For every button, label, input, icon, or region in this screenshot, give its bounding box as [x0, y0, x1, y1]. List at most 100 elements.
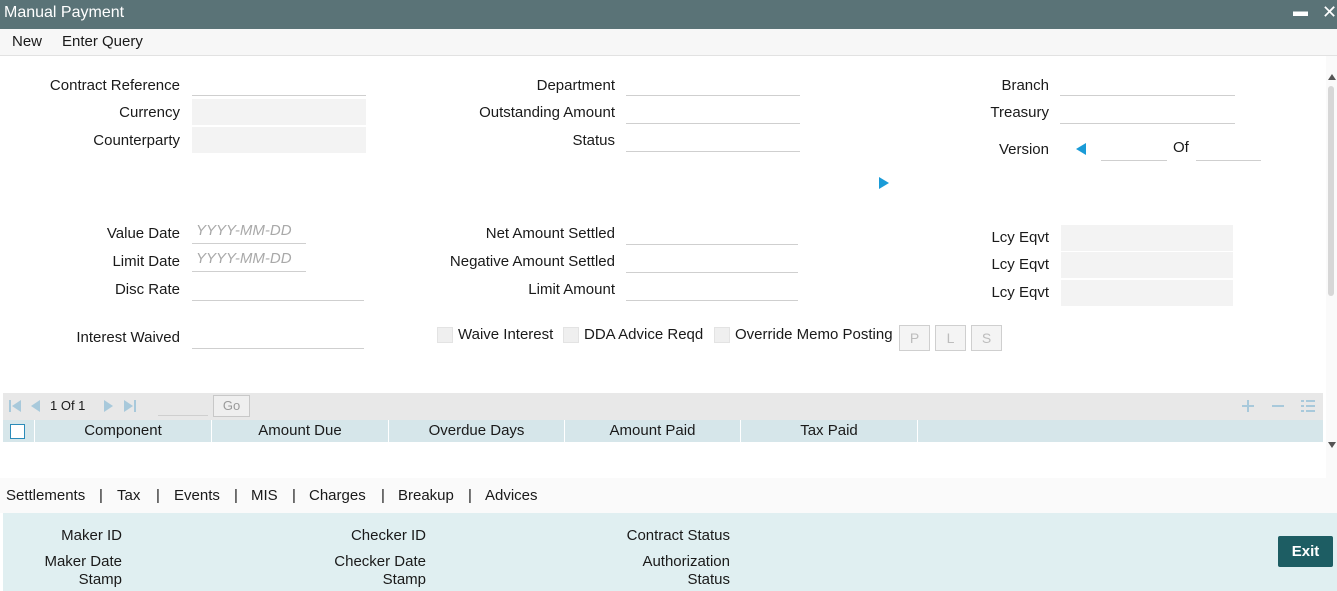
version-label: Version	[998, 141, 1049, 158]
l-button[interactable]: L	[935, 325, 966, 351]
tab-mis[interactable]: MIS	[251, 487, 278, 504]
net-amount-settled-label: Net Amount Settled	[485, 225, 615, 242]
select-all-checkbox[interactable]	[10, 424, 25, 439]
value-date-field[interactable]: YYYY-MM-DD	[192, 218, 306, 244]
dda-advice-reqd-checkbox[interactable]	[563, 327, 579, 343]
checker-id-label: Checker ID	[350, 527, 426, 544]
limit-date-field[interactable]: YYYY-MM-DD	[192, 246, 306, 272]
tab-separator: |	[292, 487, 296, 504]
p-button[interactable]: P	[899, 325, 930, 351]
menu-bar: New Enter Query	[0, 29, 1337, 56]
previous-version-icon[interactable]	[1076, 143, 1086, 155]
status-label: Status	[572, 132, 615, 149]
scroll-up-icon[interactable]	[1328, 74, 1336, 80]
window-title: Manual Payment	[4, 4, 125, 21]
tab-settlements[interactable]: Settlements	[6, 487, 85, 504]
subscreen-tabs: Settlements | Tax | Events | MIS | Charg…	[0, 478, 1337, 513]
value-date-label: Value Date	[106, 225, 180, 242]
lcy-eqvt-label-2: Lcy Eqvt	[991, 256, 1049, 273]
tab-charges[interactable]: Charges	[309, 487, 366, 504]
disc-rate-label: Disc Rate	[114, 281, 180, 298]
page-number-input[interactable]	[158, 396, 208, 416]
vertical-scrollbar[interactable]	[1326, 56, 1337, 478]
department-label: Department	[536, 77, 615, 94]
net-amount-settled-field[interactable]	[626, 219, 798, 245]
add-row-icon[interactable]	[1242, 400, 1254, 412]
column-header-tax-paid[interactable]: Tax Paid	[741, 420, 918, 442]
version-number-field[interactable]	[1101, 135, 1167, 161]
outstanding-amount-field[interactable]	[626, 98, 800, 124]
next-page-icon[interactable]	[104, 400, 114, 412]
of-label: Of	[1173, 139, 1189, 156]
grid-header: Component Amount Due Overdue Days Amount…	[3, 420, 1323, 442]
outstanding-amount-label: Outstanding Amount	[479, 104, 615, 121]
value-date-placeholder: YYYY-MM-DD	[196, 222, 292, 239]
lcy-eqvt-label-3: Lcy Eqvt	[991, 284, 1049, 301]
counterparty-label: Counterparty	[93, 132, 180, 149]
version-total-field[interactable]	[1196, 135, 1261, 161]
close-icon[interactable]: ✕	[1322, 2, 1337, 23]
column-header-overdue-days[interactable]: Overdue Days	[389, 420, 565, 442]
tab-separator: |	[234, 487, 238, 504]
next-version-icon[interactable]	[879, 177, 889, 189]
s-button[interactable]: S	[971, 325, 1002, 351]
limit-amount-label: Limit Amount	[528, 281, 615, 298]
tab-separator: |	[156, 487, 160, 504]
tab-advices[interactable]: Advices	[485, 487, 538, 504]
column-header-component[interactable]: Component	[35, 420, 212, 442]
contract-reference-field[interactable]	[192, 70, 366, 96]
waive-interest-checkbox[interactable]	[437, 327, 453, 343]
column-header-amount-due[interactable]: Amount Due	[212, 420, 389, 442]
contract-status-label: Contract Status	[626, 527, 730, 544]
dda-advice-reqd-label: DDA Advice Reqd	[584, 326, 704, 343]
list-view-icon[interactable]	[1301, 399, 1315, 413]
scroll-down-icon[interactable]	[1328, 442, 1336, 448]
delete-row-icon[interactable]	[1272, 400, 1284, 412]
audit-footer: Maker ID Maker Date Stamp Checker ID Che…	[3, 513, 1337, 591]
go-button[interactable]: Go	[213, 395, 250, 417]
authorization-label: Authorization	[642, 553, 730, 570]
grid-body	[3, 442, 1323, 478]
new-menu-item[interactable]: New	[12, 33, 42, 50]
tab-tax[interactable]: Tax	[117, 487, 140, 504]
currency-label: Currency	[119, 104, 180, 121]
disc-rate-field[interactable]	[192, 275, 364, 301]
authorization-status-label: Status	[687, 571, 730, 588]
lcy-eqvt-field-2	[1061, 252, 1233, 278]
tab-events[interactable]: Events	[174, 487, 220, 504]
scrollbar-thumb[interactable]	[1328, 86, 1334, 296]
limit-amount-field[interactable]	[626, 275, 798, 301]
contract-reference-label: Contract Reference	[49, 77, 180, 94]
negative-amount-settled-field[interactable]	[626, 247, 798, 273]
minimize-icon[interactable]: ▬	[1293, 3, 1308, 20]
override-memo-posting-checkbox[interactable]	[714, 327, 730, 343]
tab-separator: |	[381, 487, 385, 504]
limit-date-label: Limit Date	[112, 253, 180, 270]
status-field[interactable]	[626, 126, 800, 152]
first-page-icon[interactable]	[9, 400, 21, 412]
maker-date-stamp-label: Stamp	[78, 571, 122, 588]
currency-field	[192, 99, 366, 125]
title-bar: Manual Payment ▬ ✕	[0, 0, 1337, 29]
column-header-amount-paid[interactable]: Amount Paid	[565, 420, 741, 442]
tab-separator: |	[99, 487, 103, 504]
interest-waived-field[interactable]	[192, 323, 364, 349]
limit-date-placeholder: YYYY-MM-DD	[196, 250, 292, 267]
exit-button[interactable]: Exit	[1278, 536, 1333, 567]
branch-field[interactable]	[1060, 70, 1235, 96]
previous-page-icon[interactable]	[30, 400, 40, 412]
branch-label: Branch	[1001, 77, 1049, 94]
waive-interest-label: Waive Interest	[458, 326, 554, 343]
interest-waived-label: Interest Waived	[76, 329, 180, 346]
checker-date-label: Checker Date	[334, 553, 426, 570]
treasury-field[interactable]	[1060, 98, 1235, 124]
lcy-eqvt-field-1	[1061, 225, 1233, 251]
last-page-icon[interactable]	[124, 400, 136, 412]
page-indicator: 1 Of 1	[50, 398, 86, 413]
override-memo-posting-label: Override Memo Posting	[735, 326, 893, 343]
maker-date-label: Maker Date	[44, 553, 122, 570]
tab-separator: |	[468, 487, 472, 504]
enter-query-menu-item[interactable]: Enter Query	[62, 33, 143, 50]
department-field[interactable]	[626, 70, 800, 96]
tab-breakup[interactable]: Breakup	[398, 487, 454, 504]
